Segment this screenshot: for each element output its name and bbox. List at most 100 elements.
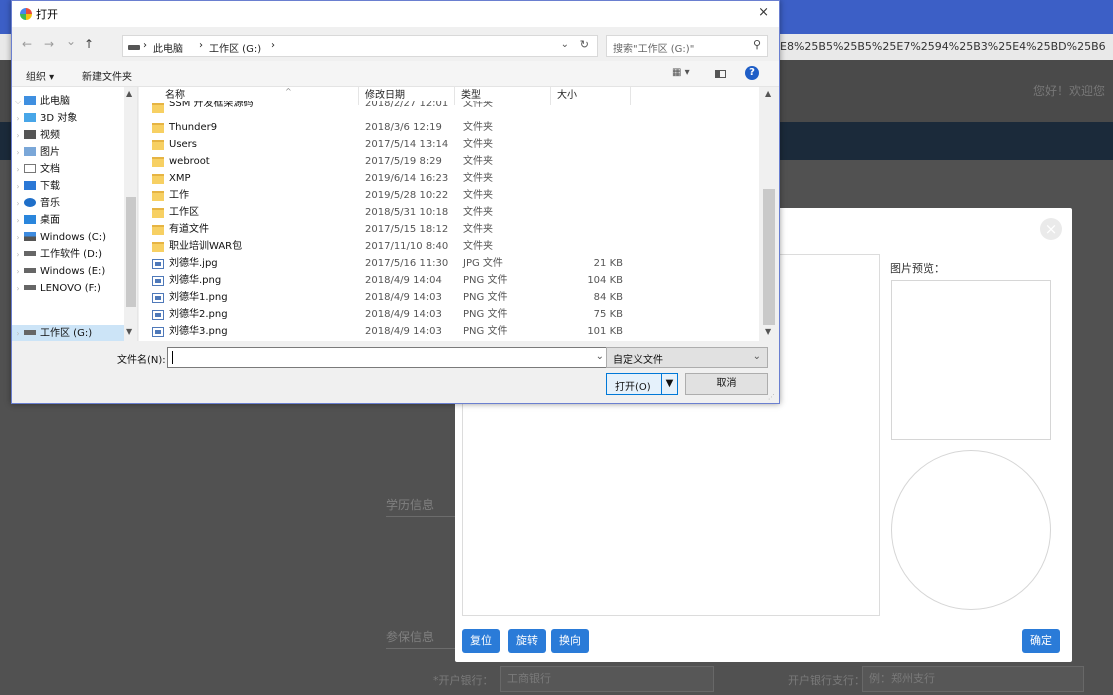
table-row[interactable]: 刘德华.png 2018/4/9 14:04 PNG 文件 104 KB bbox=[139, 272, 759, 289]
table-row[interactable]: 刘德华1.png 2018/4/9 14:03 PNG 文件 84 KB bbox=[139, 289, 759, 306]
table-row[interactable]: 工作 2019/5/28 10:22 文件夹 bbox=[139, 187, 759, 204]
dialog-toolbar: 组织 ▾ 新建文件夹 ▦ ▾ ? bbox=[12, 61, 779, 87]
document-icon bbox=[24, 164, 36, 173]
refresh-icon[interactable]: ↻ bbox=[580, 38, 589, 51]
scroll-down-icon[interactable]: ▼ bbox=[126, 327, 132, 336]
file-name: 职业培训WAR包 bbox=[169, 241, 243, 252]
nav-item-this-pc[interactable]: ⌵ 此电脑 bbox=[12, 93, 124, 110]
chevron-right-icon[interactable]: › bbox=[12, 127, 24, 144]
table-row[interactable]: 工作区 2018/5/31 10:18 文件夹 bbox=[139, 204, 759, 221]
table-row[interactable]: Thunder9 2018/3/6 12:19 文件夹 bbox=[139, 119, 759, 136]
chevron-right-icon[interactable]: › bbox=[12, 144, 24, 161]
scroll-up-icon[interactable]: ▲ bbox=[126, 89, 132, 98]
chevron-right-icon[interactable]: › bbox=[12, 263, 24, 280]
chevron-right-icon[interactable]: › bbox=[12, 246, 24, 263]
nav-item-downloads[interactable]: › 下载 bbox=[12, 178, 124, 195]
cancel-button[interactable]: 取消 bbox=[685, 373, 768, 395]
nav-item-drive-g[interactable]: › 工作区 (G:) bbox=[12, 325, 124, 341]
nav-item-label: 工作软件 (D:) bbox=[40, 249, 103, 260]
breadcrumb-separator[interactable]: › bbox=[271, 40, 275, 51]
breadcrumb-drive-g[interactable]: 工作区 (G:) bbox=[209, 40, 261, 55]
bank-field[interactable]: 工商银行 bbox=[500, 666, 714, 692]
nav-item-drive-c[interactable]: › Windows (C:) bbox=[12, 229, 124, 246]
nav-item-drive-f[interactable]: › LENOVO (F:) bbox=[12, 280, 124, 297]
file-type-filter[interactable]: 自定义文件 ⌄ bbox=[606, 347, 768, 368]
file-size: 21 KB bbox=[593, 258, 623, 269]
file-list-scrollbar-thumb[interactable] bbox=[763, 189, 775, 325]
chevron-right-icon[interactable]: › bbox=[12, 178, 24, 195]
folder-icon bbox=[152, 225, 164, 235]
table-row[interactable]: 有道文件 2017/5/15 18:12 文件夹 bbox=[139, 221, 759, 238]
modal-close-button[interactable]: × bbox=[1040, 218, 1062, 240]
back-arrow-icon[interactable]: ← bbox=[22, 37, 32, 51]
table-row[interactable]: Users 2017/5/14 13:14 文件夹 bbox=[139, 136, 759, 153]
nav-item-label: 此电脑 bbox=[40, 96, 70, 107]
open-options-icon[interactable]: ▼ bbox=[661, 374, 677, 394]
table-row[interactable]: webroot 2017/5/19 8:29 文件夹 bbox=[139, 153, 759, 170]
chevron-down-icon[interactable]: ⌄ bbox=[596, 351, 604, 362]
nav-scrollbar-thumb[interactable] bbox=[126, 197, 136, 307]
file-type: 文件夹 bbox=[463, 241, 493, 252]
breadcrumb-separator[interactable]: › bbox=[199, 40, 203, 51]
help-icon[interactable]: ? bbox=[745, 66, 759, 80]
table-row[interactable]: XMP 2019/6/14 16:23 文件夹 bbox=[139, 170, 759, 187]
table-row[interactable]: 刘德华.jpg 2017/5/16 11:30 JPG 文件 21 KB bbox=[139, 255, 759, 272]
nav-item-drive-d[interactable]: › 工作软件 (D:) bbox=[12, 246, 124, 263]
nav-item-desktop[interactable]: › 桌面 bbox=[12, 212, 124, 229]
resize-grip-icon[interactable]: ⋰ bbox=[768, 393, 775, 401]
flip-button[interactable]: 换向 bbox=[551, 629, 589, 653]
nav-item-pictures[interactable]: › 图片 bbox=[12, 144, 124, 161]
file-list-scrollbar[interactable]: ▲ ▼ bbox=[759, 87, 779, 341]
view-options-icon[interactable]: ▦ ▾ bbox=[672, 67, 690, 78]
table-row[interactable]: SSM 开发框架源码 2018/2/27 12:01 文件夹 bbox=[139, 101, 759, 113]
scroll-up-icon[interactable]: ▲ bbox=[765, 89, 771, 98]
forward-arrow-icon[interactable]: → bbox=[44, 37, 54, 51]
chevron-down-icon[interactable]: ⌄ bbox=[753, 351, 761, 362]
table-row[interactable]: 刘德华3.png 2018/4/9 14:03 PNG 文件 101 KB bbox=[139, 323, 759, 340]
nav-scrollbar[interactable]: ▲ ▼ bbox=[124, 87, 137, 341]
nav-item-videos[interactable]: › 视频 bbox=[12, 127, 124, 144]
branch-field[interactable]: 例：郑州支行 bbox=[862, 666, 1084, 692]
table-row[interactable]: 刘德华2.png 2018/4/9 14:03 PNG 文件 75 KB bbox=[139, 306, 759, 323]
up-arrow-icon[interactable]: ↑ bbox=[84, 37, 94, 51]
new-folder-button[interactable]: 新建文件夹 bbox=[82, 68, 132, 83]
confirm-button[interactable]: 确定 bbox=[1022, 629, 1060, 653]
chevron-right-icon[interactable]: › bbox=[12, 229, 24, 246]
file-size: 104 KB bbox=[587, 275, 623, 286]
rotate-button[interactable]: 旋转 bbox=[508, 629, 546, 653]
dialog-titlebar[interactable]: 打开 × bbox=[12, 1, 779, 27]
search-icon[interactable]: ⚲ bbox=[753, 38, 761, 51]
preview-pane-icon[interactable] bbox=[715, 70, 726, 78]
chevron-down-icon[interactable]: ⌄ bbox=[561, 39, 569, 50]
search-input[interactable]: 搜索"工作区 (G:)" ⚲ bbox=[606, 35, 768, 57]
chevron-right-icon[interactable]: › bbox=[12, 195, 24, 212]
nav-item-label: 图片 bbox=[40, 147, 60, 158]
reset-button[interactable]: 复位 bbox=[462, 629, 500, 653]
chevron-right-icon[interactable]: › bbox=[12, 110, 24, 127]
nav-item-drive-e[interactable]: › Windows (E:) bbox=[12, 263, 124, 280]
scroll-down-icon[interactable]: ▼ bbox=[765, 327, 771, 336]
chevron-right-icon[interactable]: › bbox=[12, 212, 24, 229]
nav-item-music[interactable]: › 音乐 bbox=[12, 195, 124, 212]
bank-label: *开户银行： bbox=[433, 674, 494, 687]
table-row[interactable]: 职业培训WAR包 2017/11/10 8:40 文件夹 bbox=[139, 238, 759, 255]
insurance-section-title: 参保信息 bbox=[386, 630, 435, 644]
nav-item-documents[interactable]: › 文档 bbox=[12, 161, 124, 178]
breadcrumb-separator[interactable]: › bbox=[143, 40, 147, 51]
organize-button[interactable]: 组织 ▾ bbox=[26, 68, 54, 83]
open-button[interactable]: 打开(O) ▼ bbox=[606, 373, 678, 395]
chevron-right-icon[interactable]: › bbox=[12, 161, 24, 178]
dialog-close-button[interactable]: × bbox=[758, 5, 769, 20]
chevron-right-icon[interactable]: › bbox=[12, 325, 24, 341]
chevron-down-icon[interactable]: ⌵ bbox=[12, 93, 24, 110]
address-box[interactable]: › 此电脑 › 工作区 (G:) › ⌄ ↻ bbox=[122, 35, 598, 57]
nav-item-3d-objects[interactable]: › 3D 对象 bbox=[12, 110, 124, 127]
computer-icon bbox=[24, 96, 36, 105]
filename-label: 文件名(N): bbox=[117, 355, 166, 366]
chevron-right-icon[interactable]: › bbox=[12, 280, 24, 297]
breadcrumb-this-pc[interactable]: 此电脑 bbox=[153, 40, 183, 55]
filename-input[interactable]: ⌄ bbox=[167, 347, 611, 368]
recent-locations-icon[interactable]: ⌄ bbox=[66, 34, 76, 48]
nav-item-label: 3D 对象 bbox=[40, 113, 78, 124]
file-type: 文件夹 bbox=[463, 122, 493, 133]
